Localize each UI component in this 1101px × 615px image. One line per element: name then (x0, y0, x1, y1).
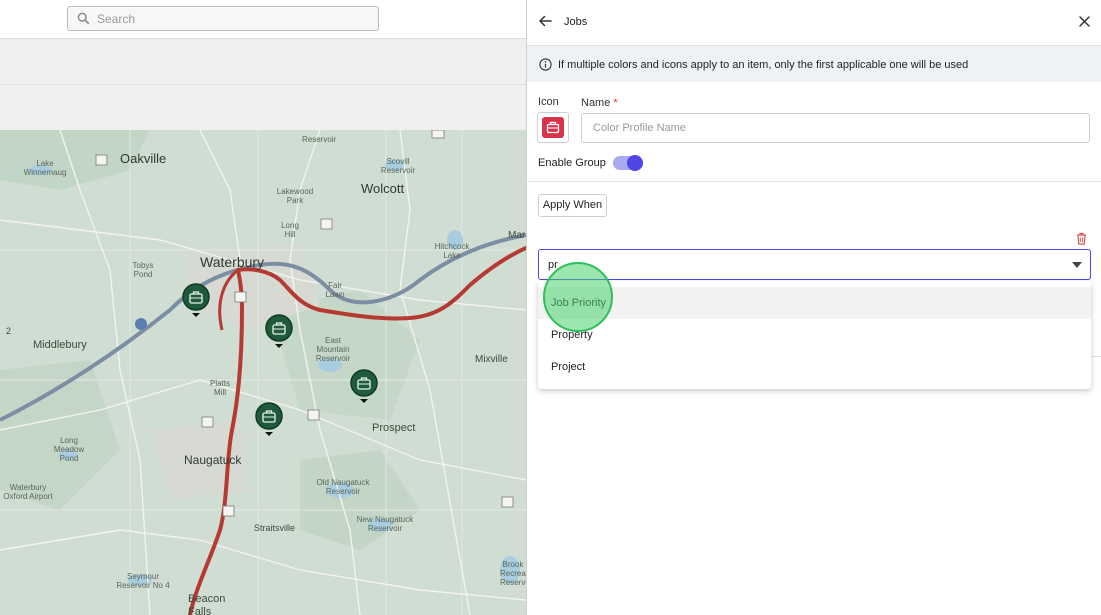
map-label-lake-winnemaug: Lake Winnemaug (23, 159, 67, 177)
map-label-wolcott: Wolcott (361, 181, 405, 196)
icon-label: Icon (538, 96, 559, 108)
briefcase-icon (265, 314, 293, 348)
search-box[interactable]: Search (67, 6, 379, 31)
briefcase-icon (546, 121, 560, 134)
option-project[interactable]: Project (538, 351, 1091, 383)
chevron-down-icon[interactable] (1072, 262, 1082, 268)
map-label-fair-lawn: Fair Lawn (325, 281, 345, 299)
name-label: Name * (581, 97, 618, 109)
close-icon[interactable] (1078, 15, 1091, 28)
required-asterisk: * (613, 97, 618, 109)
info-notice: If multiple colors and icons apply to an… (527, 46, 1101, 82)
filter-row (0, 85, 526, 130)
map-label-edge-2: 2 (6, 326, 12, 336)
map-label-scovill: Scovill Reservoir (380, 157, 416, 175)
map-label-tobys-pond: Tobys Pond (132, 261, 154, 279)
map-label-seymour: Seymour Reservoir No 4 (116, 572, 170, 590)
toolbar-row (0, 39, 526, 85)
color-profile-panel: Jobs If multiple colors and icons apply … (526, 0, 1101, 615)
panel-header: Jobs (527, 0, 1101, 46)
map-label-oakville: Oakville (120, 151, 167, 166)
trash-icon[interactable] (1076, 232, 1087, 245)
map-label-waterbury: Waterbury (200, 254, 265, 270)
condition-input-value[interactable]: pr (548, 259, 558, 271)
condition-field-select[interactable]: pr (538, 249, 1091, 280)
color-profile-name-input[interactable] (581, 113, 1090, 143)
icon-picker-button[interactable] (537, 112, 569, 143)
map-label-long-meadow: Long Meadow Pond (53, 436, 85, 463)
search-placeholder: Search (97, 12, 136, 26)
info-icon (539, 58, 552, 71)
map-label-new-naugatuck: New Naugatuck Reservoir (356, 515, 414, 533)
map-label-reservoir-top: Reservoir (302, 135, 337, 144)
apply-when-button[interactable]: Apply When (538, 194, 607, 217)
toggle-knob (627, 155, 643, 171)
section-divider (1091, 356, 1101, 357)
map-label-east-mountain: East Mountain Reservoir (315, 336, 351, 363)
option-property[interactable]: Property (538, 319, 1091, 351)
job-marker[interactable] (182, 283, 210, 317)
selected-icon-swatch (542, 117, 564, 138)
map-label-brook: Brook Recreation Reservoir (500, 560, 526, 587)
map-label-platts-mill: Platts Mill (209, 379, 230, 397)
map-canvas (0, 130, 526, 615)
briefcase-icon (182, 283, 210, 317)
section-divider (527, 181, 1101, 182)
search-icon (77, 12, 90, 25)
back-arrow-icon[interactable] (538, 14, 552, 28)
notice-text: If multiple colors and icons apply to an… (558, 59, 969, 71)
job-marker[interactable] (255, 402, 283, 436)
briefcase-icon (255, 402, 283, 436)
option-job-priority[interactable]: Job Priority (538, 287, 1091, 319)
condition-dropdown-menu: Job Priority Property Project (538, 281, 1091, 389)
job-marker[interactable] (350, 369, 378, 403)
map-label-hitchcock: Hitchcock Lake (434, 242, 470, 260)
map-label-prospect: Prospect (372, 422, 416, 434)
map-label-oxford-airport: Waterbury Oxford Airport (3, 483, 53, 501)
map-label-mixville: Mixville (475, 354, 508, 365)
map-view[interactable]: Oakville Waterbury Wolcott Middlebury Na… (0, 130, 526, 615)
briefcase-icon (350, 369, 378, 403)
enable-group-toggle[interactable] (613, 155, 643, 171)
map-label-middlebury: Middlebury (33, 339, 87, 351)
map-label-old-naugatuck: Old Naugatuck Reservoir (316, 478, 370, 496)
map-label-lakewood: Lakewood Park (276, 187, 314, 205)
top-bar: Search (0, 0, 526, 39)
name-label-text: Name (581, 97, 611, 109)
enable-group-label: Enable Group (538, 157, 606, 169)
job-marker[interactable] (265, 314, 293, 348)
map-label-edge-mar: Mar (508, 230, 526, 241)
map-label-straitsville: Straitsville (254, 523, 296, 533)
map-label-long-hill: Long Hill (281, 221, 299, 239)
panel-title: Jobs (564, 16, 588, 28)
map-label-naugatuck: Naugatuck (184, 453, 242, 467)
map-label-beacon-falls: Beacon Falls (188, 593, 226, 615)
